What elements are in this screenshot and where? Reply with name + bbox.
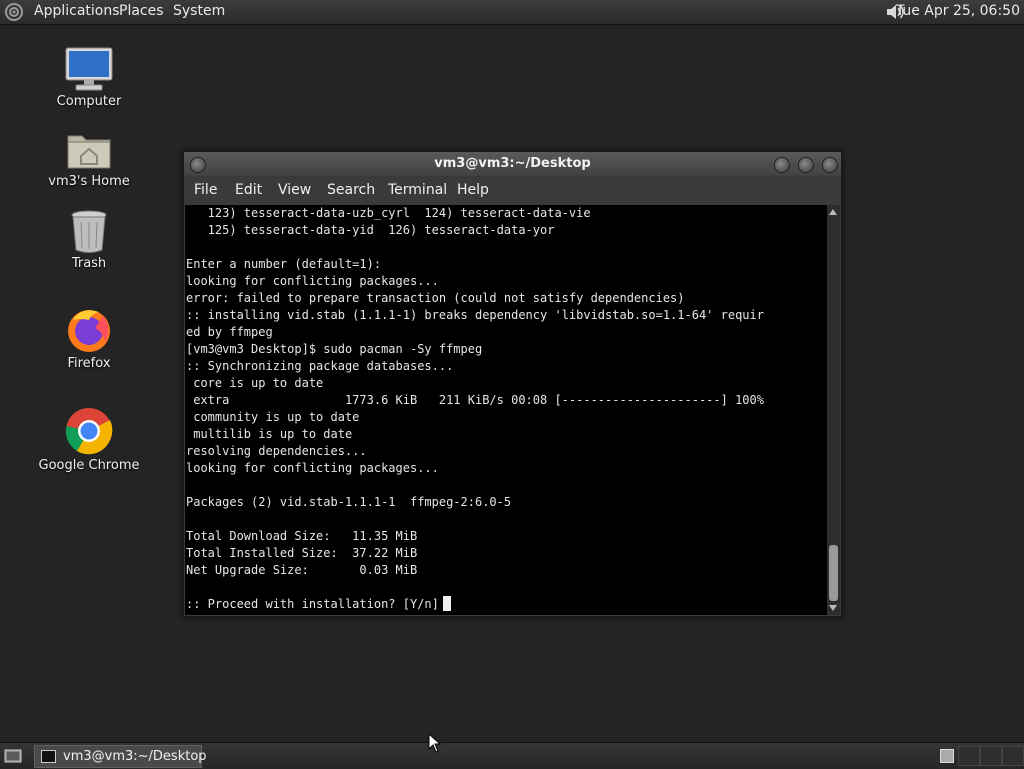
menu-applications[interactable]: Applications [34,3,120,19]
workspace-3[interactable] [980,746,1002,766]
terminal-line: Packages (2) vid.stab-1.1.1-1 ffmpeg-2:6… [186,495,512,509]
terminal-line: extra 1773.6 KiB 211 KiB/s 00:08 [------… [186,393,764,407]
menu-search[interactable]: Search [327,182,375,198]
show-desktop-icon[interactable] [4,748,22,764]
terminal-line: multilib is up to date [186,427,353,441]
desktop-icon-computer[interactable]: Computer [34,46,144,109]
menu-edit[interactable]: Edit [235,182,262,198]
taskbar-label: vm3@vm3:~/Desktop [63,749,207,764]
terminal-line: Net Upgrade Size: 0.03 MiB [186,563,418,577]
desktop-icon-label: vm3's Home [48,174,130,189]
desktop-icon-label: Trash [71,256,107,271]
terminal-output[interactable]: 123) tesseract-data-uzb_cyrl 124) tesser… [185,205,827,615]
terminal-menubar: File Edit View Search Terminal Help [184,176,841,205]
window-title: vm3@vm3:~/Desktop [434,156,591,171]
home-folder-icon [67,135,111,169]
menu-file[interactable]: File [194,182,217,198]
terminal-line: 125) tesseract-data-yid 126) tesseract-d… [186,223,555,237]
terminal-line: community is up to date [186,410,360,424]
terminal-line: 123) tesseract-data-uzb_cyrl 124) tesser… [186,206,591,220]
terminal-line: Total Download Size: 11.35 MiB [186,529,418,543]
terminal-scrollbar[interactable] [827,205,840,615]
terminal-line: [vm3@vm3 Desktop]$ sudo pacman -Sy ffmpe… [186,342,483,356]
window-titlebar[interactable]: vm3@vm3:~/Desktop [184,152,841,176]
terminal-line: :: Synchronizing package databases... [186,359,454,373]
trash-icon [71,210,107,253]
minimize-button[interactable] [774,157,790,173]
scrollbar-thumb[interactable] [829,545,838,601]
terminal-line: ed by ffmpeg [186,325,273,339]
text-cursor [442,596,451,611]
terminal-window[interactable]: vm3@vm3:~/Desktop File Edit View Search … [183,151,842,617]
scroll-up-arrow-icon[interactable] [829,209,837,215]
terminal-line: :: installing vid.stab (1.1.1-1) breaks … [186,308,764,322]
desktop-icon-firefox[interactable]: Firefox [34,306,144,371]
menu-system[interactable]: System [173,3,225,19]
chrome-icon [65,407,113,455]
computer-icon [65,47,113,91]
terminal-icon [41,750,56,763]
distro-logo-icon[interactable] [4,2,24,22]
desktop-icon-chrome[interactable]: Google Chrome [34,406,144,473]
terminal-line: core is up to date [186,376,324,390]
workspace-1[interactable] [940,749,954,763]
clock[interactable]: Tue Apr 25, 06:50 [896,3,1020,19]
terminal-line: resolving dependencies... [186,444,367,458]
desktop-icon-label: Computer [56,94,122,109]
terminal-line: Enter a number (default=1): [186,257,382,271]
terminal-line: Total Installed Size: 37.22 MiB [186,546,418,560]
mouse-pointer-icon [428,733,442,753]
menu-places[interactable]: Places [119,3,164,19]
close-button[interactable] [822,157,838,173]
window-menu-button[interactable] [190,157,206,173]
top-panel: Applications Places System Tue Apr 25, 0… [0,0,1024,25]
scroll-down-arrow-icon[interactable] [829,605,837,611]
menu-view[interactable]: View [278,182,311,198]
menu-terminal[interactable]: Terminal [388,182,447,198]
desktop-icon-label: Firefox [67,356,111,371]
terminal-line: looking for conflicting packages... [186,461,439,475]
workspace-2[interactable] [958,746,980,766]
terminal-prompt-line: :: Proceed with installation? [Y/n] [185,596,827,613]
bottom-panel: vm3@vm3:~/Desktop [0,742,1024,769]
desktop-icon-label: Google Chrome [38,458,140,473]
workspace-4[interactable] [1002,746,1024,766]
menu-help[interactable]: Help [457,182,489,198]
terminal-line: error: failed to prepare transaction (co… [186,291,685,305]
prompt-text: :: Proceed with installation? [Y/n] [186,597,439,611]
terminal-line: looking for conflicting packages... [186,274,439,288]
desktop-icon-home[interactable]: vm3's Home [34,128,144,189]
maximize-button[interactable] [798,157,814,173]
taskbar-terminal-button[interactable]: vm3@vm3:~/Desktop [34,745,207,768]
desktop-icon-trash[interactable]: Trash [34,208,144,271]
firefox-icon [68,310,110,352]
